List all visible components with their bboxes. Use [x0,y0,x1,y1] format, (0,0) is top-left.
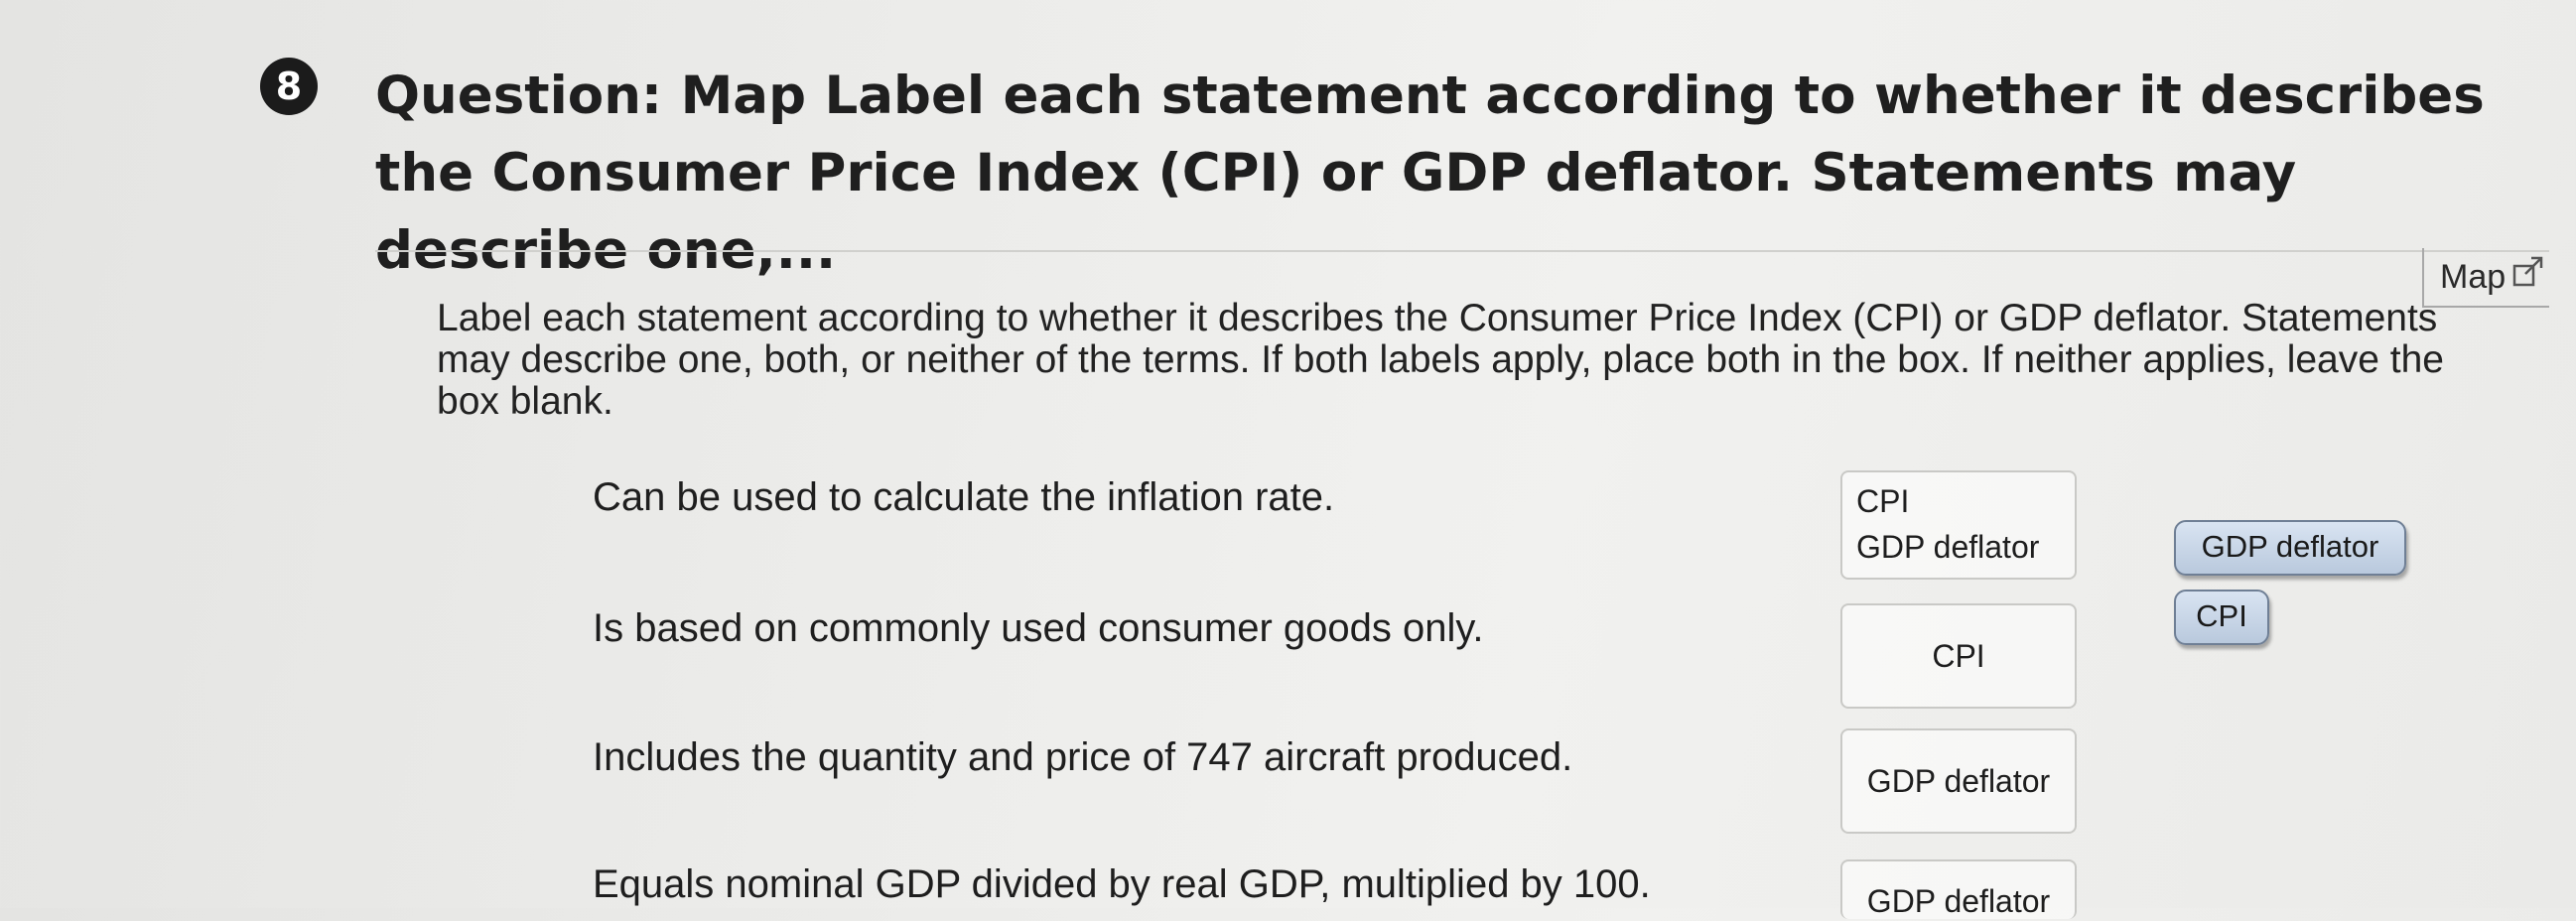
header-divider [375,250,2549,252]
statement-2: Is based on commonly used consumer goods… [593,606,1484,650]
dropzone-2[interactable]: CPI [1840,603,2077,709]
placed-label-cpi[interactable]: CPI [1856,478,2075,524]
statement-1: Can be used to calculate the inflation r… [593,475,1335,519]
label-chip-gdp-deflator[interactable]: GDP deflator [2174,520,2406,576]
statement-4: Equals nominal GDP divided by real GDP, … [593,862,1651,906]
label-chip-cpi[interactable]: CPI [2174,590,2269,645]
statement-3: Includes the quantity and price of 747 a… [593,735,1573,779]
instructions-text: Label each statement according to whethe… [437,297,2444,423]
dropzone-1[interactable]: CPI GDP deflator [1840,470,2077,580]
map-link-label: Map [2440,258,2507,296]
placed-label-gdp-deflator[interactable]: GDP deflator [1856,524,2075,570]
question-number-badge: 8 [260,58,318,115]
dropzone-3[interactable]: GDP deflator [1840,728,2077,834]
dropzone-4[interactable]: GDP deflator [1840,859,2077,919]
external-link-icon [2511,249,2545,305]
placed-label-cpi[interactable]: CPI [1932,638,1984,674]
placed-label-gdp-deflator[interactable]: GDP deflator [1867,763,2050,799]
question-title: Question: Map Label each statement accor… [375,66,2485,281]
placed-label-gdp-deflator[interactable]: GDP deflator [1867,883,2050,919]
